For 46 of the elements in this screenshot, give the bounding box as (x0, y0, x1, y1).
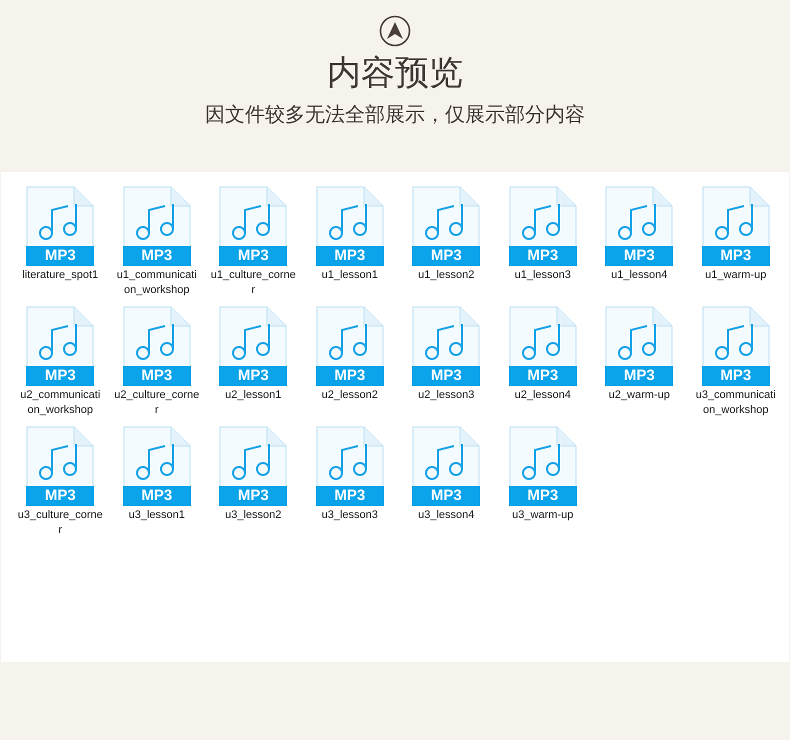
file-name: u3_communication_workshop (694, 388, 777, 418)
file-name: u1_warm-up (704, 268, 768, 283)
file-type-badge: MP3 (122, 486, 191, 506)
file-name: u2_culture_corner (114, 388, 200, 418)
file-type-badge: MP3 (605, 246, 674, 266)
file-name: u1_communication_workshop (116, 268, 198, 298)
file-type-badge: MP3 (702, 246, 770, 266)
file-name: u3_lesson3 (320, 508, 379, 523)
file-type-badge: MP3 (508, 366, 577, 386)
file-name: u1_lesson1 (320, 268, 379, 283)
file-name: u1_lesson2 (417, 268, 476, 283)
file-name: u1_lesson3 (514, 268, 572, 283)
file-type-badge: MP3 (219, 486, 288, 506)
file-type-badge: MP3 (702, 366, 770, 386)
file-name: literature_spot1 (21, 268, 100, 283)
file-name: u3_lesson2 (224, 508, 282, 523)
file-type-badge: MP3 (605, 366, 674, 386)
file-name: u2_warm-up (608, 388, 671, 403)
file-type-badge: MP3 (316, 486, 384, 506)
file-type-badge: MP3 (26, 366, 94, 386)
file-name: u2_lesson4 (514, 388, 572, 403)
file-type-badge: MP3 (219, 246, 288, 266)
file-name: u3_lesson4 (417, 508, 476, 523)
file-type-badge: MP3 (316, 246, 384, 266)
file-name: u1_lesson4 (610, 268, 668, 283)
file-type-badge: MP3 (412, 366, 480, 386)
file-type-badge: MP3 (412, 246, 480, 266)
file-name: u3_culture_corner (17, 508, 104, 538)
file-name: u2_lesson3 (417, 388, 476, 403)
file-name: u2_communication_workshop (19, 388, 102, 418)
file-name: u1_culture_corner (210, 268, 296, 298)
file-name: u2_lesson1 (224, 388, 282, 403)
file-type-badge: MP3 (219, 366, 288, 386)
section-subtitle: 因文件较多无法全部展示，仅展示部分内容 (205, 101, 585, 128)
file-type-badge: MP3 (26, 246, 94, 266)
file-type-badge: MP3 (508, 486, 577, 506)
section-title: 内容预览 (327, 52, 463, 95)
file-type-badge: MP3 (122, 366, 191, 386)
file-type-badge: MP3 (316, 366, 384, 386)
file-name: u3_lesson1 (128, 508, 186, 523)
file-type-badge: MP3 (122, 246, 191, 266)
file-name: u2_lesson2 (320, 388, 379, 403)
file-type-badge: MP3 (26, 486, 94, 506)
file-type-badge: MP3 (412, 486, 480, 506)
file-name: u3_warm-up (511, 508, 574, 523)
file-type-badge: MP3 (508, 246, 577, 266)
